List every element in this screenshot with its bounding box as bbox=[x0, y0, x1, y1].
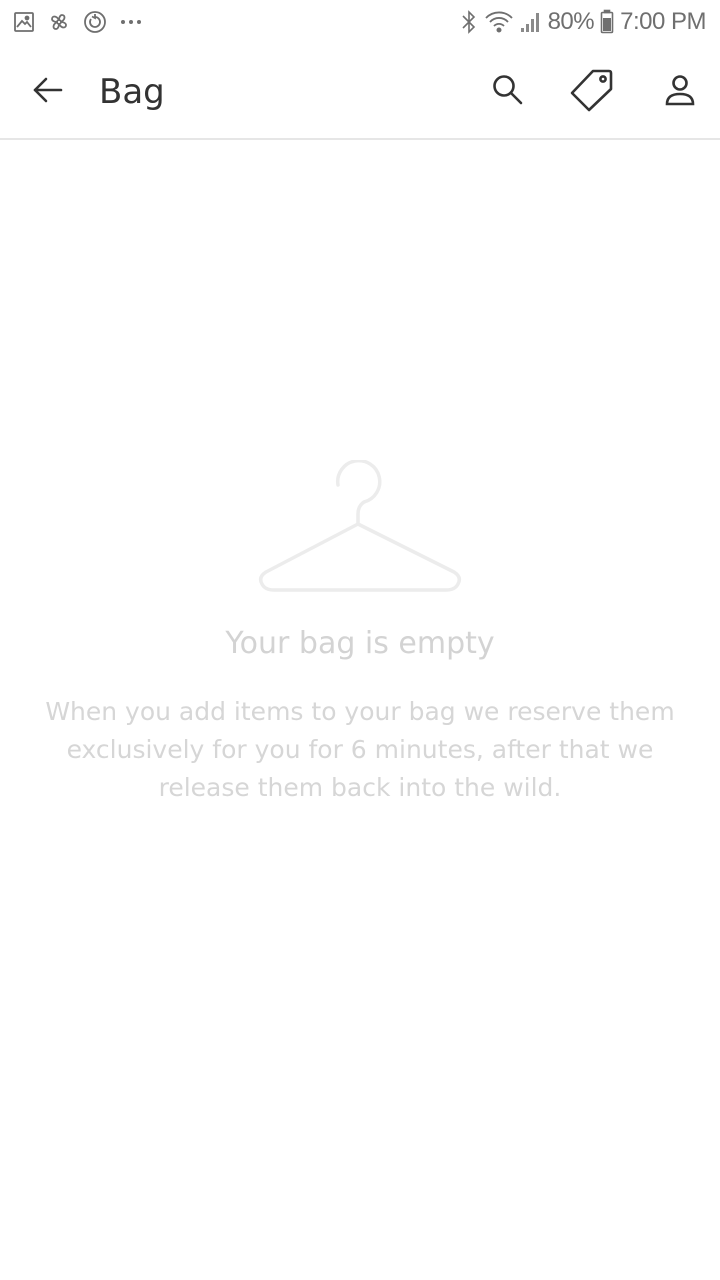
status-bar: 80% 7:00 PM bbox=[0, 0, 720, 44]
empty-state: Your bag is empty When you add items to … bbox=[0, 460, 720, 807]
account-button[interactable] bbox=[656, 68, 704, 116]
wifi-icon bbox=[484, 10, 514, 34]
more-dots-icon bbox=[118, 9, 144, 35]
bluetooth-icon bbox=[460, 9, 478, 35]
pinwheel-icon bbox=[46, 9, 72, 35]
empty-state-message: When you add items to your bag we reserv… bbox=[45, 697, 675, 802]
signal-icon bbox=[520, 10, 542, 34]
battery-percent: 80% bbox=[547, 8, 595, 35]
empty-state-title: Your bag is empty bbox=[225, 626, 495, 661]
back-button[interactable] bbox=[26, 70, 70, 114]
hanger-icon bbox=[258, 460, 462, 592]
gallery-icon bbox=[12, 10, 36, 34]
search-button[interactable] bbox=[484, 68, 532, 116]
sync-icon bbox=[82, 9, 108, 35]
status-right-icons: 80% 7:00 PM bbox=[460, 8, 706, 36]
tag-icon bbox=[569, 67, 615, 118]
page-title: Bag bbox=[99, 72, 165, 112]
back-arrow-icon bbox=[31, 73, 65, 112]
tag-button[interactable] bbox=[568, 68, 616, 116]
status-time: 7:00 PM bbox=[620, 8, 706, 35]
battery-icon bbox=[600, 9, 614, 35]
status-left-icons bbox=[12, 9, 144, 35]
app-bar: Bag bbox=[0, 44, 720, 140]
bag-screen: 80% 7:00 PM Bag Your bag is empty When y… bbox=[0, 0, 720, 1280]
account-icon bbox=[662, 72, 698, 113]
search-icon bbox=[490, 72, 526, 113]
